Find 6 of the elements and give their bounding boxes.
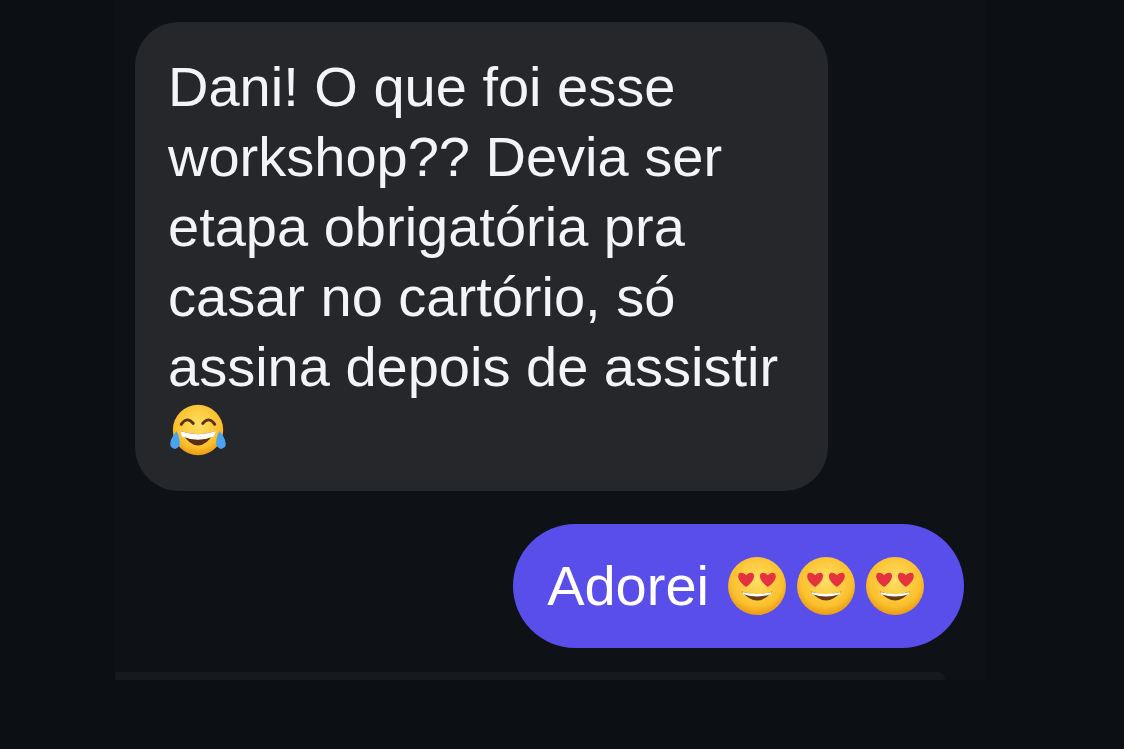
heart-eyes-emoji-icon xyxy=(866,557,924,615)
message-text: Adorei xyxy=(547,553,709,619)
message-text: Dani! O que foi esse workshop?? Devia ser etapa obrigatória pra casar no cartório, só assina depois de assistir xyxy=(168,54,780,400)
heart-eyes-emoji-icon xyxy=(797,557,855,615)
laughing-tears-emoji-icon xyxy=(168,402,228,458)
heart-eyes-emoji-icon xyxy=(728,557,786,615)
